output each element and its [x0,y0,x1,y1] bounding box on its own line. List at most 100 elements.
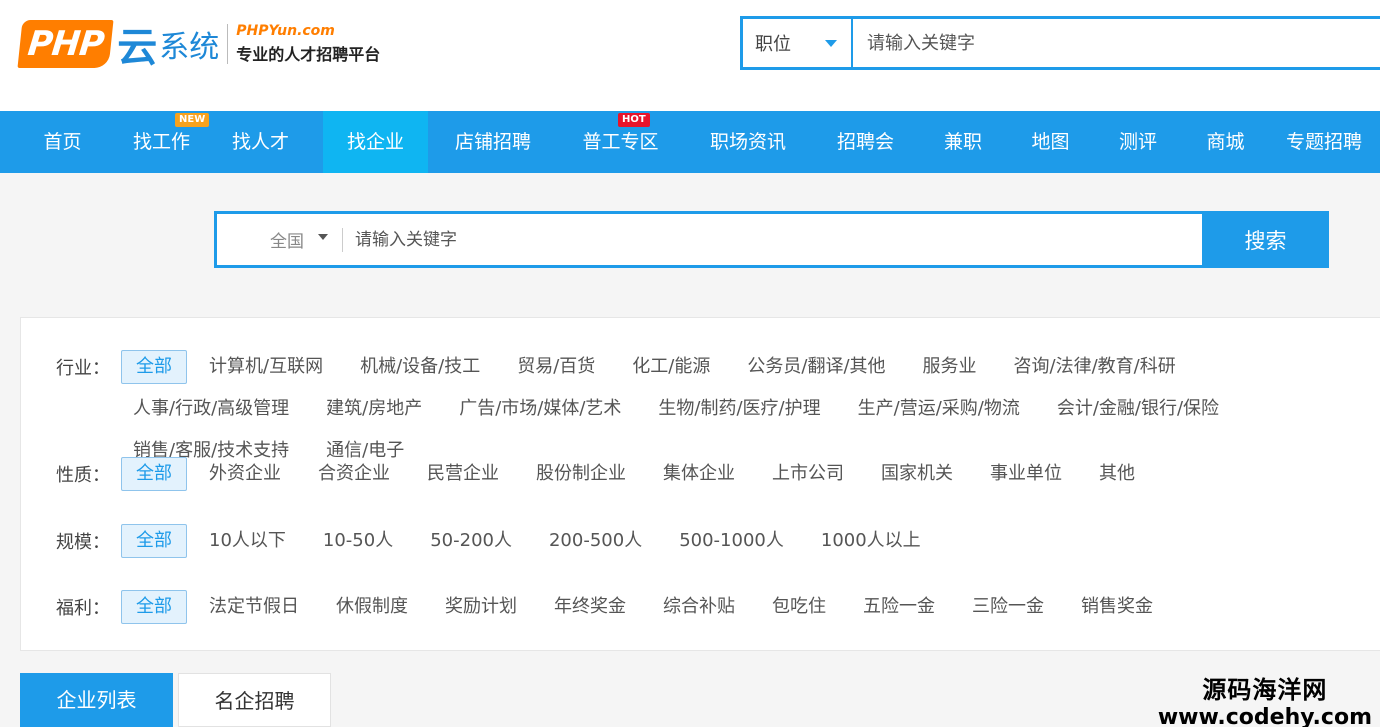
nav-item-label: 商城 [1206,131,1245,153]
watermark-cn: 源码海洋网 [1202,676,1328,704]
filter-option[interactable]: 生产/营运/采购/物流 [846,392,1032,426]
region-select[interactable]: 全国 [217,214,342,265]
nav-item-special-recruit[interactable]: 专题招聘 [1268,111,1380,173]
nav-item-map[interactable]: 地图 [1008,111,1093,173]
filter-option[interactable]: 500-1000人 [667,524,796,558]
nav-item-mall[interactable]: 商城 [1183,111,1268,173]
nav-item-career-news[interactable]: 职场资讯 [683,111,813,173]
nav-item-store-recruit[interactable]: 店铺招聘 [428,111,558,173]
nav-item-find-company[interactable]: 找企业 [323,111,428,173]
nav-item-assessment[interactable]: 测评 [1093,111,1183,173]
filter-option[interactable]: 10人以下 [197,524,298,558]
result-tabs: 企业列表 名企招聘 [20,673,331,727]
logo-subtitle: PHPYun.com 专业的人才招聘平台 [236,23,380,65]
filter-option[interactable]: 包吃住 [760,590,838,624]
filter-option[interactable]: 公务员/翻译/其他 [735,350,897,384]
chevron-down-icon [825,40,837,47]
site-header: PHP 云 系统 PHPYun.com 专业的人才招聘平台 职位 [0,0,1380,111]
filter-option[interactable]: 50-200人 [418,524,524,558]
filter-option[interactable]: 机械/设备/技工 [348,350,492,384]
header-search-type-label: 职位 [755,34,791,55]
filter-option-all[interactable]: 全部 [121,350,187,384]
filter-option[interactable]: 股份制企业 [524,457,638,491]
filter-option[interactable]: 年终奖金 [542,590,638,624]
nav-item-label: 找工作 [132,131,190,153]
filter-option[interactable]: 民营企业 [415,457,511,491]
watermark-en: www.codehy.com [1157,705,1372,727]
filter-option[interactable]: 咨询/法律/教育/科研 [1002,350,1188,384]
filter-option[interactable]: 法定节假日 [197,590,311,624]
nav-item-worker-zone[interactable]: 普工专区 HOT [558,111,683,173]
filter-option[interactable]: 合资企业 [306,457,402,491]
nav-item-label: 地图 [1031,131,1070,153]
filter-option[interactable]: 广告/市场/媒体/艺术 [447,392,633,426]
filter-option[interactable]: 事业单位 [978,457,1074,491]
filter-label-nature: 性质： [56,465,110,486]
tab-company-list[interactable]: 企业列表 [20,673,173,727]
filter-option[interactable]: 贸易/百货 [505,350,607,384]
logo-yun-char: 云 [117,25,158,71]
filter-option[interactable]: 上市公司 [760,457,856,491]
filter-option[interactable]: 休假制度 [324,590,420,624]
filter-panel: 行业： 全部 计算机/互联网 机械/设备/技工 贸易/百货 化工/能源 公务员/翻译/其他… [20,317,1380,651]
filter-option[interactable]: 国家机关 [869,457,965,491]
logo-system-text: 系统 [159,30,220,65]
filter-options-industry: 全部 计算机/互联网 机械/设备/技工 贸易/百货 化工/能源 公务员/翻译/其他 服务业咨… [121,350,1380,468]
header-search-bar: 职位 [740,16,1380,70]
nav-item-label: 找人才 [231,131,289,153]
nav-item-label: 普工专区 [582,131,659,153]
filter-option[interactable]: 建筑/房地产 [314,392,434,426]
filter-option[interactable]: 1000人以上 [809,524,933,558]
filter-option[interactable]: 10-50人 [311,524,405,558]
filter-option[interactable]: 综合补贴 [651,590,747,624]
filter-option[interactable]: 人事/行政/高级管理 [121,392,301,426]
nav-item-label: 专题招聘 [1285,131,1362,153]
filter-option[interactable]: 生物/制药/医疗/护理 [646,392,832,426]
company-search-input[interactable] [343,214,1202,265]
nav-item-job-fair[interactable]: 招聘会 [813,111,918,173]
filter-option[interactable]: 其他 [1087,457,1147,491]
logo-php-mark: PHP [17,20,114,68]
logo-slogan: 专业的人才招聘平台 [236,45,381,64]
filter-option[interactable]: 外资企业 [197,457,293,491]
main-nav: 首页 找工作 NEW 找人才 找企业 店铺招聘 普工专区 HOT 职场资讯 招聘… [0,111,1380,173]
chevron-down-icon [318,234,328,240]
nav-item-label: 招聘会 [836,131,894,153]
nav-item-part-time[interactable]: 兼职 [918,111,1008,173]
filter-options-nature: 全部 外资企业 合资企业 民营企业 股份制企业 集体企业 上市公司 国家机关 事业单位 其他 [121,457,1380,491]
filter-option[interactable]: 服务业 [911,350,989,384]
filter-option[interactable]: 计算机/互联网 [197,350,335,384]
nav-item-label: 找企业 [346,131,404,153]
nav-item-label: 店铺招聘 [454,131,531,153]
nav-item-home[interactable]: 首页 [0,111,125,173]
header-search-input[interactable] [853,19,1380,67]
filter-option[interactable]: 会计/金融/银行/保险 [1045,392,1231,426]
filter-option[interactable]: 化工/能源 [620,350,722,384]
nav-item-find-talent[interactable]: 找人才 [198,111,323,173]
watermark: 源码海洋网 www.codehy.com [1158,670,1372,727]
filter-option-all[interactable]: 全部 [121,524,187,558]
filter-option-all[interactable]: 全部 [121,457,187,491]
hot-badge: HOT [618,113,650,127]
nav-item-label: 职场资讯 [709,131,786,153]
company-search-bar: 全国 搜索 [214,211,1329,268]
filter-option[interactable]: 200-500人 [537,524,654,558]
filter-option-all[interactable]: 全部 [121,590,187,624]
filter-option[interactable]: 三险一金 [960,590,1056,624]
site-logo[interactable]: PHP 云 系统 PHPYun.com 专业的人才招聘平台 [17,14,380,74]
header-search-type-select[interactable]: 职位 [743,19,853,67]
tab-famous-company[interactable]: 名企招聘 [178,673,331,727]
filter-option[interactable]: 奖励计划 [433,590,529,624]
nav-item-label: 首页 [43,131,82,153]
filter-option[interactable]: 五险一金 [851,590,947,624]
filter-label-scale: 规模： [56,532,110,553]
filter-option[interactable]: 集体企业 [651,457,747,491]
search-button[interactable]: 搜索 [1202,211,1329,268]
filter-options-welfare: 全部 法定节假日 休假制度 奖励计划 年终奖金 综合补贴 包吃住 五险一金 三险一金 销售奖金 [121,590,1380,624]
filter-label-welfare: 福利： [56,598,110,619]
nav-item-find-job[interactable]: 找工作 NEW [125,111,210,173]
filter-option[interactable]: 销售奖金 [1069,590,1165,624]
nav-item-label: 测评 [1118,131,1157,153]
logo-site-url: PHPYun.com [236,23,335,39]
logo-divider [227,24,229,64]
